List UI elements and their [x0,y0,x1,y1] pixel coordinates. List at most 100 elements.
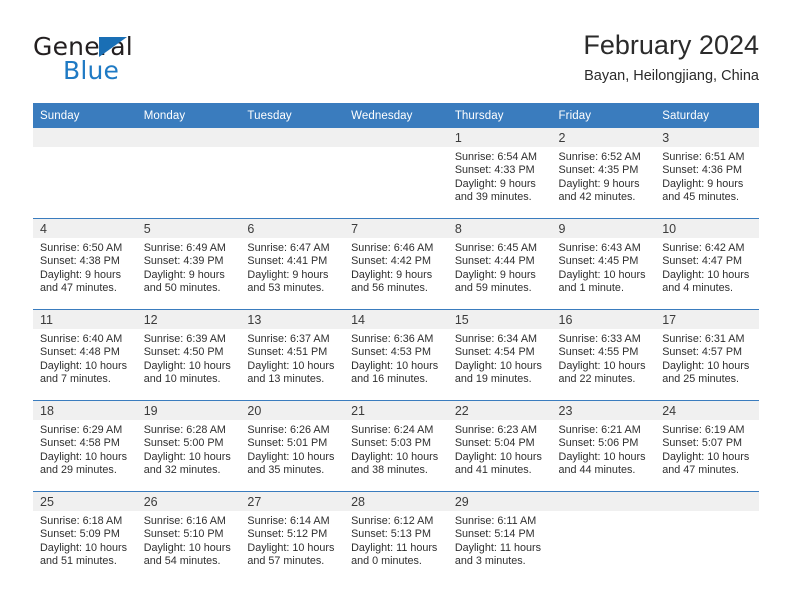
day-sun-info: Sunrise: 6:43 AM Sunset: 4:45 PM Daylight:… [552,238,656,296]
weekday-header-monday: Monday [136,103,241,128]
daylight-duration-line1: Daylight: 9 hours [247,268,329,281]
sunrise-time: Sunrise: 6:23 AM [454,424,538,436]
calendar-day-cell[interactable]: 12 Sunrise: 6:39 AM Sunset: 4:50 PM Dayligh… [136,309,241,401]
calendar-day-cell[interactable]: 16 Sunrise: 6:33 AM Sunset: 4:55 PM Dayligh… [551,309,656,401]
day-sun-info [344,147,448,151]
calendar-day-cell[interactable]: 10 Sunrise: 6:42 AM Sunset: 4:47 PM Dayligh… [655,218,759,310]
calendar-day-cell[interactable]: 28 Sunrise: 6:12 AM Sunset: 5:13 PM Dayligh… [344,491,448,582]
daylight-duration-line2: and 45 minutes. [662,191,740,204]
day-number [551,492,656,511]
day-sun-info: Sunrise: 6:45 AM Sunset: 4:44 PM Daylight:… [448,238,552,296]
calendar-day-cell[interactable]: 13 Sunrise: 6:37 AM Sunset: 4:51 PM Dayligh… [240,309,345,401]
calendar-day-cell[interactable]: 23 Sunrise: 6:21 AM Sunset: 5:06 PM Dayligh… [551,400,656,492]
calendar-day-cell[interactable]: 21 Sunrise: 6:24 AM Sunset: 5:03 PM Dayligh… [344,400,448,492]
day-number [33,128,137,147]
day-cell-content: 28 Sunrise: 6:12 AM Sunset: 5:13 PM Dayligh… [344,492,448,582]
calendar-day-cell[interactable]: 15 Sunrise: 6:34 AM Sunset: 4:54 PM Dayligh… [447,309,552,401]
daylight-duration-line1: Daylight: 9 hours [454,177,536,190]
calendar-day-cell[interactable]: 6 Sunrise: 6:47 AM Sunset: 4:41 PM Daylight… [240,218,345,310]
calendar-day-cell[interactable]: 11 Sunrise: 6:40 AM Sunset: 4:48 PM Dayligh… [33,309,137,401]
day-number [344,128,448,147]
daylight-duration-line2: and 50 minutes. [143,282,221,295]
daylight-duration-line2: and 19 minutes. [454,373,532,386]
daylight-duration-line1: Daylight: 9 hours [40,268,122,281]
calendar-day-cell[interactable]: 3 Sunrise: 6:51 AM Sunset: 4:36 PM Daylight… [655,128,759,219]
calendar-day-cell[interactable]: 2 Sunrise: 6:52 AM Sunset: 4:35 PM Daylight… [551,128,656,219]
sunrise-time: Sunrise: 6:19 AM [662,424,745,436]
day-number: 4 [33,219,137,238]
sunset-time: Sunset: 4:41 PM [247,255,328,268]
day-number [136,128,241,147]
sunrise-time: Sunrise: 6:29 AM [40,424,123,436]
sunrise-time: Sunrise: 6:50 AM [40,242,123,254]
calendar-day-cell[interactable]: 24 Sunrise: 6:19 AM Sunset: 5:07 PM Dayligh… [655,400,759,492]
day-sun-info: Sunrise: 6:42 AM Sunset: 4:47 PM Daylight:… [655,238,759,296]
day-cell-content: 7 Sunrise: 6:46 AM Sunset: 4:42 PM Daylight… [344,219,448,309]
sunrise-time: Sunrise: 6:37 AM [247,333,330,345]
calendar-day-cell[interactable]: 5 Sunrise: 6:49 AM Sunset: 4:39 PM Daylight… [136,218,241,310]
daylight-duration-line1: Daylight: 10 hours [558,359,646,372]
sunset-time: Sunset: 4:35 PM [558,164,639,177]
calendar-day-cell[interactable]: 14 Sunrise: 6:36 AM Sunset: 4:53 PM Dayligh… [344,309,448,401]
sunrise-time: Sunrise: 6:39 AM [143,333,226,345]
calendar-day-cell[interactable]: 4 Sunrise: 6:50 AM Sunset: 4:38 PM Daylight… [33,218,137,310]
calendar-day-cell[interactable]: 27 Sunrise: 6:14 AM Sunset: 5:12 PM Dayligh… [240,491,345,582]
sunset-time: Sunset: 4:47 PM [662,255,743,268]
daylight-duration-line2: and 13 minutes. [247,373,325,386]
calendar-day-cell[interactable]: 19 Sunrise: 6:28 AM Sunset: 5:00 PM Dayligh… [136,400,241,492]
calendar-day-cell [344,128,448,219]
sunrise-time: Sunrise: 6:45 AM [454,242,538,254]
daylight-duration-line1: Daylight: 10 hours [454,450,542,463]
sunset-time: Sunset: 4:33 PM [454,164,535,177]
daylight-duration-line2: and 10 minutes. [143,373,221,386]
calendar-day-cell[interactable]: 29 Sunrise: 6:11 AM Sunset: 5:14 PM Dayligh… [447,491,552,582]
day-cell-content [136,128,241,218]
calendar-day-cell[interactable]: 8 Sunrise: 6:45 AM Sunset: 4:44 PM Daylight… [447,218,552,310]
day-cell-content [551,492,656,582]
day-cell-content: 9 Sunrise: 6:43 AM Sunset: 4:45 PM Daylight… [551,219,656,309]
sunset-time: Sunset: 4:39 PM [143,255,224,268]
day-sun-info: Sunrise: 6:12 AM Sunset: 5:13 PM Daylight:… [344,511,448,569]
calendar-day-cell [551,491,656,582]
daylight-duration-line1: Daylight: 10 hours [662,359,750,372]
day-number: 14 [344,310,448,329]
calendar-day-cell[interactable]: 25 Sunrise: 6:18 AM Sunset: 5:09 PM Dayligh… [33,491,137,582]
day-sun-info: Sunrise: 6:54 AM Sunset: 4:33 PM Daylight:… [448,147,552,205]
calendar-day-cell[interactable]: 7 Sunrise: 6:46 AM Sunset: 4:42 PM Daylight… [344,218,448,310]
day-sun-info: Sunrise: 6:16 AM Sunset: 5:10 PM Daylight:… [137,511,241,569]
day-number: 28 [344,492,448,511]
sunset-time: Sunset: 5:03 PM [351,437,431,450]
day-cell-content: 20 Sunrise: 6:26 AM Sunset: 5:01 PM Dayligh… [240,401,345,491]
day-sun-info: Sunrise: 6:40 AM Sunset: 4:48 PM Daylight:… [33,329,137,387]
sunset-time: Sunset: 4:36 PM [662,164,743,177]
daylight-duration-line2: and 59 minutes. [454,282,532,295]
calendar-day-cell[interactable]: 22 Sunrise: 6:23 AM Sunset: 5:04 PM Dayligh… [447,400,552,492]
calendar-day-cell [33,128,137,219]
day-cell-content: 27 Sunrise: 6:14 AM Sunset: 5:12 PM Dayligh… [240,492,345,582]
sunrise-time: Sunrise: 6:46 AM [351,242,434,254]
day-number: 27 [240,492,345,511]
daylight-duration-line2: and 39 minutes. [454,191,532,204]
day-sun-info: Sunrise: 6:51 AM Sunset: 4:36 PM Daylight:… [655,147,759,205]
day-cell-content [344,128,448,218]
calendar-day-cell[interactable]: 18 Sunrise: 6:29 AM Sunset: 4:58 PM Dayligh… [33,400,137,492]
daylight-duration-line2: and 1 minute. [558,282,624,295]
daylight-duration-line1: Daylight: 10 hours [558,450,646,463]
calendar-day-cell[interactable]: 1 Sunrise: 6:54 AM Sunset: 4:33 PM Daylight… [447,128,552,219]
day-sun-info: Sunrise: 6:47 AM Sunset: 4:41 PM Daylight:… [240,238,344,296]
sunrise-time: Sunrise: 6:42 AM [662,242,745,254]
daylight-duration-line2: and 54 minutes. [143,555,221,568]
calendar-day-cell[interactable]: 20 Sunrise: 6:26 AM Sunset: 5:01 PM Dayligh… [240,400,345,492]
calendar-day-cell[interactable]: 9 Sunrise: 6:43 AM Sunset: 4:45 PM Daylight… [551,218,656,310]
calendar-day-cell[interactable]: 17 Sunrise: 6:31 AM Sunset: 4:57 PM Dayligh… [655,309,759,401]
daylight-duration-line2: and 25 minutes. [662,373,740,386]
sunrise-time: Sunrise: 6:47 AM [247,242,330,254]
calendar-day-cell[interactable]: 26 Sunrise: 6:16 AM Sunset: 5:10 PM Dayligh… [136,491,241,582]
weekday-header-thursday: Thursday [447,103,552,128]
daylight-duration-line1: Daylight: 10 hours [40,359,128,372]
day-cell-content: 17 Sunrise: 6:31 AM Sunset: 4:57 PM Dayligh… [655,310,759,400]
daylight-duration-line2: and 57 minutes. [247,555,325,568]
day-sun-info: Sunrise: 6:29 AM Sunset: 4:58 PM Daylight:… [33,420,137,478]
calendar-week-row: 11 Sunrise: 6:40 AM Sunset: 4:48 PM Dayligh… [33,309,759,401]
sunset-time: Sunset: 4:55 PM [558,346,639,359]
